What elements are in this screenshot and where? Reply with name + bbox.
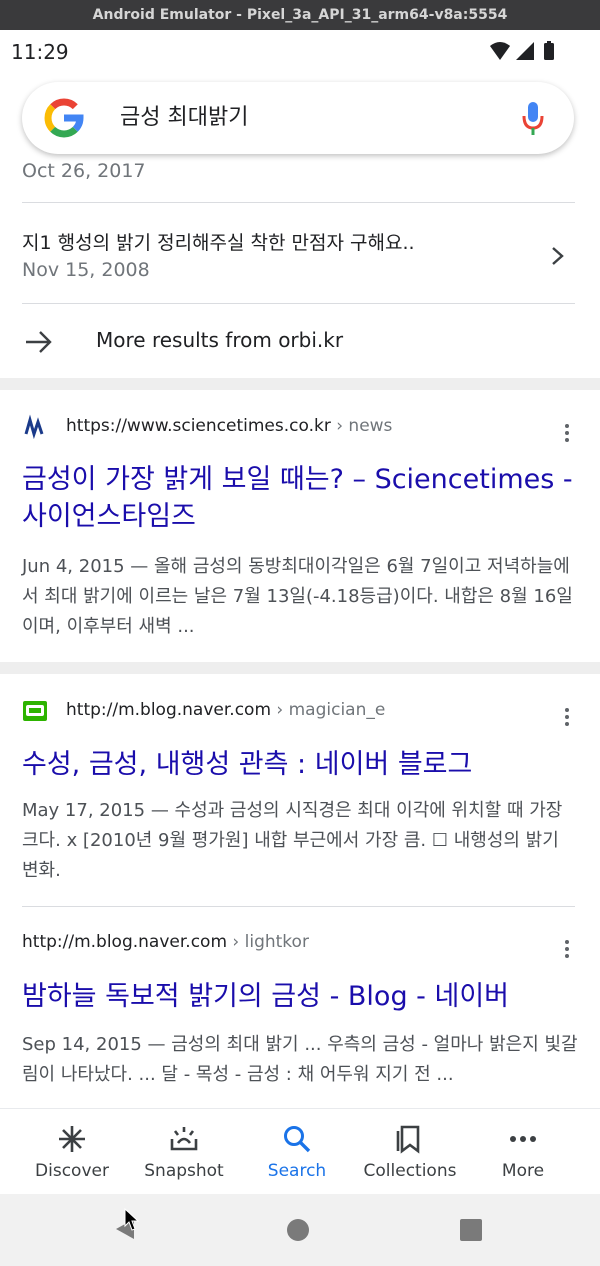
mic-icon[interactable] <box>522 102 544 136</box>
system-navigation-bar <box>0 1194 600 1266</box>
sub-result-title[interactable]: 지1 행성의 밝기 정리해주실 착한 만점자 구해요.. <box>22 228 415 255</box>
more-vert-icon[interactable] <box>564 938 570 960</box>
signal-icon <box>516 42 534 60</box>
more-icon <box>510 1136 536 1142</box>
nav-more[interactable]: More <box>467 1109 579 1195</box>
result-title[interactable]: 수성, 금성, 내행성 관측 : 네이버 블로그 <box>22 746 582 783</box>
url-domain: http://m.blog.naver.com <box>22 932 228 952</box>
nav-snapshot[interactable]: Snapshot <box>128 1109 240 1195</box>
nav-label: Search <box>267 1161 327 1181</box>
nav-collections[interactable]: Collections <box>354 1109 466 1195</box>
discover-icon <box>59 1126 85 1152</box>
nav-label: Collections <box>363 1161 457 1181</box>
snapshot-icon <box>170 1127 198 1151</box>
window-title: Android Emulator - Pixel_3a_API_31_arm64… <box>92 7 508 23</box>
results-container: Oct 26, 2017 지1 행성의 밝기 정리해주실 착한 만점자 구해요.… <box>0 160 600 1108</box>
status-time: 11:29 <box>11 40 69 64</box>
result-snippet: May 17, 2015 — 수성과 금성의 시직경은 최대 이각에 위치할 때… <box>22 800 563 881</box>
result-url: http://m.blog.naver.com › magician_e <box>66 700 385 720</box>
google-logo-icon <box>44 98 84 138</box>
result-snippet: Jun 4, 2015 — 올해 금성의 동방최대이각일은 6월 7일이고 저녁… <box>22 556 573 637</box>
search-icon <box>284 1126 311 1153</box>
section-separator <box>0 378 600 390</box>
wifi-icon <box>490 42 510 60</box>
url-domain: http://m.blog.naver.com <box>66 700 272 720</box>
more-vert-icon[interactable] <box>564 422 570 444</box>
url-crumb: › magician_e <box>271 700 386 720</box>
collections-icon <box>396 1125 420 1154</box>
orbi-top-date: Oct 26, 2017 <box>22 160 146 182</box>
search-bar[interactable]: 금성 최대밝기 <box>22 82 574 154</box>
nav-label: Snapshot <box>144 1161 224 1181</box>
result-title[interactable]: 밤하늘 독보적 밝기의 금성 - Blog - 네이버 <box>22 978 582 1015</box>
sub-result-date: Nov 15, 2008 <box>22 259 150 281</box>
divider <box>22 303 575 304</box>
result-url: https://www.sciencetimes.co.kr › news <box>66 416 392 436</box>
url-domain: https://www.sciencetimes.co.kr <box>66 416 331 436</box>
nav-discover[interactable]: Discover <box>16 1109 128 1195</box>
status-bar: 11:29 <box>0 30 600 74</box>
nav-label: Discover <box>35 1161 109 1181</box>
sciencetimes-favicon-icon <box>24 414 46 440</box>
result-snippet: Sep 14, 2015 — 금성의 최대 밝기 ... 우측의 금성 - 얼마… <box>22 1034 578 1085</box>
more-results-label[interactable]: More results from orbi.kr <box>96 328 343 352</box>
result-url: http://m.blog.naver.com › lightkor <box>22 932 309 952</box>
nav-search[interactable]: Search <box>241 1109 353 1195</box>
url-crumb: › lightkor <box>227 932 309 952</box>
result-title[interactable]: 금성이 가장 밝게 보일 때는? – Sciencetimes - 사이언스타임… <box>22 461 582 535</box>
battery-icon <box>544 43 554 60</box>
more-vert-icon[interactable] <box>564 706 570 728</box>
divider <box>22 202 575 203</box>
window-title-bar: Android Emulator - Pixel_3a_API_31_arm64… <box>0 0 600 30</box>
home-icon[interactable] <box>286 1218 310 1242</box>
section-separator <box>0 662 600 674</box>
naver-blog-favicon-icon <box>23 701 47 721</box>
mouse-cursor-icon <box>124 1208 140 1231</box>
arrow-right-icon <box>26 331 52 353</box>
divider <box>22 906 575 907</box>
recents-icon[interactable] <box>459 1218 483 1242</box>
chevron-right-icon[interactable] <box>550 246 566 266</box>
bottom-navigation: Discover Snapshot Search Collections Mor… <box>0 1108 600 1195</box>
url-crumb: › news <box>330 416 393 436</box>
search-input[interactable]: 금성 최대밝기 <box>120 82 248 154</box>
status-icons <box>490 41 554 60</box>
nav-label: More <box>501 1161 545 1181</box>
